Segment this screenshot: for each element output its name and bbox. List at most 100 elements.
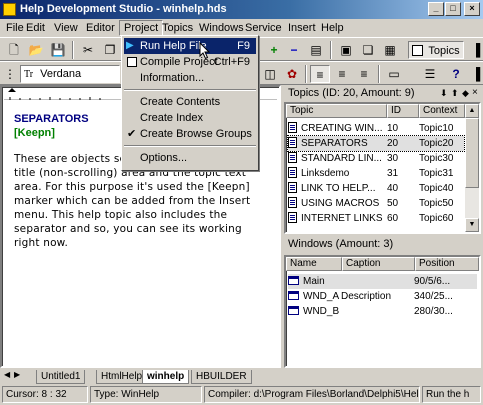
toolbar-overflow-icon[interactable]: ▐ — [466, 65, 483, 83]
toolbar-separator — [330, 41, 332, 59]
tab-hbuilder[interactable]: HBUILDER — [191, 370, 252, 384]
menu-separator — [124, 89, 256, 91]
topic-row[interactable]: CREATING WIN... 10 Topic10 — [288, 121, 464, 136]
macro-icon[interactable]: ✿ — [282, 65, 302, 83]
status-compiler: Compiler: d:\Program Files\Borland\Delph… — [204, 386, 420, 403]
menu-separator — [124, 145, 256, 147]
menu-editor[interactable]: Editor — [82, 20, 119, 36]
menu-service[interactable]: Service — [241, 20, 286, 36]
menu-create-index[interactable]: Create Index — [124, 110, 256, 126]
toolbar-separator — [305, 65, 307, 83]
menu-topics[interactable]: Topics — [158, 20, 197, 36]
scroll-up-icon[interactable]: ▲ — [465, 104, 479, 118]
menu-run-help-file[interactable]: ▶ Run Help File F9 — [124, 38, 256, 54]
window-title: Help Development Studio - winhelp.hds — [20, 3, 227, 15]
menu-options[interactable]: Options... — [124, 150, 256, 166]
add-topic-icon[interactable]: + — [264, 41, 284, 59]
menu-information[interactable]: Information... — [124, 70, 256, 86]
tab-winhelp[interactable]: winhelp — [142, 370, 190, 384]
window-copy-icon[interactable]: ❏ — [358, 41, 378, 59]
truetype-icon: Tr — [24, 69, 34, 80]
topics-list[interactable]: Topic ID Context ▲ ▼ CREATING WIN... 10 To… — [284, 102, 481, 234]
align-right-icon[interactable]: ≡ — [354, 65, 374, 83]
open-folder-icon[interactable]: 📂 — [26, 41, 46, 59]
align-center-icon[interactable]: ≡ — [332, 65, 352, 83]
menu-compile-project[interactable]: Compile Project Ctrl+F9 — [124, 54, 256, 70]
topic-doc-icon — [288, 197, 297, 208]
menu-windows[interactable]: Windows — [195, 20, 248, 36]
topics-toggle-button[interactable]: Topics — [408, 41, 464, 59]
move-up-icon[interactable]: ⬆ — [451, 88, 459, 99]
remove-topic-icon[interactable]: − — [284, 41, 304, 59]
topic-properties-icon[interactable]: ▤ — [306, 41, 326, 59]
vertical-splitter[interactable] — [281, 85, 283, 368]
topics-scrollbar[interactable]: ▲ ▼ — [465, 104, 479, 232]
paragraph-line: separator and so, you can see its workin… — [14, 223, 242, 235]
windows-list[interactable]: Name Caption Position Main 90/5/6... WND_… — [284, 255, 481, 368]
move-down-icon[interactable]: ⬇ — [440, 88, 448, 99]
column-position[interactable]: Position — [415, 257, 479, 271]
tab-scroll-left-icon[interactable]: ◀ — [4, 370, 10, 379]
topic-row[interactable]: USING MACROS 50 Topic50 — [288, 196, 464, 211]
menu-create-contents[interactable]: Create Contents — [124, 94, 256, 110]
window-row[interactable]: WND_B 280/30... — [288, 304, 477, 319]
topic-doc-icon — [288, 167, 297, 178]
save-icon[interactable]: 💾 — [48, 41, 68, 59]
window-new-icon[interactable]: ▣ — [336, 41, 356, 59]
tab-untitled1[interactable]: Untitled1 — [36, 370, 86, 384]
window-row-selected[interactable]: Main 90/5/6... — [288, 274, 477, 289]
topic-doc-icon — [288, 212, 297, 223]
toolbar-separator — [72, 41, 74, 59]
topic-row[interactable]: STANDARD LIN... 30 Topic30 — [288, 151, 464, 166]
panel-close-icon[interactable]: × — [472, 87, 478, 98]
close-button[interactable]: × — [464, 2, 480, 16]
topic-row-selected[interactable]: SEPARATORS 20 Topic20 — [287, 135, 465, 152]
windows-panel: Windows (Amount: 3) Name Caption Positio… — [284, 237, 481, 368]
topic-row[interactable]: LINK TO HELP... 40 Topic40 — [288, 181, 464, 196]
column-topic[interactable]: Topic — [286, 104, 387, 118]
window-row[interactable]: WND_A Description 340/25... — [288, 289, 477, 304]
topics-panel: Topics (ID: 20, Amount: 9) ⬇ ⬆ ◆ × Topic… — [284, 86, 481, 234]
topic-row[interactable]: INTERNET LINKS 60 Topic60 — [288, 211, 464, 226]
justify-icon[interactable]: ▭ — [384, 65, 404, 83]
align-left-icon[interactable]: ≡ — [310, 65, 330, 83]
paragraph-line: area. For this purpose it's used the [Ke… — [14, 181, 250, 193]
image-icon[interactable]: ◫ — [260, 65, 280, 83]
toolbar-separator — [378, 65, 380, 83]
window-properties-icon[interactable]: ▦ — [380, 41, 400, 59]
tab-htmlhelp[interactable]: HtmlHelp — [96, 370, 148, 384]
topic-doc-icon — [288, 182, 297, 193]
menu-create-browse-groups[interactable]: ✔ Create Browse Groups — [124, 126, 256, 142]
minimize-button[interactable]: _ — [428, 2, 444, 16]
topic-doc-icon — [288, 137, 297, 148]
copy-icon[interactable]: ❐ — [100, 41, 120, 59]
title-bar[interactable]: Help Development Studio - winhelp.hds _ … — [0, 0, 483, 19]
topic-row[interactable]: Linksdemo 31 Topic31 — [288, 166, 464, 181]
column-id[interactable]: ID — [387, 104, 419, 118]
maximize-button[interactable]: □ — [445, 2, 461, 16]
sort-icon[interactable]: ◆ — [462, 88, 469, 99]
column-name[interactable]: Name — [286, 257, 342, 271]
list-icon[interactable]: ☰ — [420, 65, 440, 83]
menu-insert[interactable]: Insert — [284, 20, 320, 36]
app-icon[interactable] — [3, 3, 16, 16]
toolbar-overflow-icon[interactable]: ▐ — [466, 41, 483, 59]
menu-edit[interactable]: Edit — [22, 20, 49, 36]
scroll-down-icon[interactable]: ▼ — [465, 218, 479, 232]
tab-scroll-right-icon[interactable]: ▶ — [14, 370, 20, 379]
windows-panel-title: Windows (Amount: 3) — [284, 237, 481, 252]
new-file-icon[interactable]: 🗋 — [4, 41, 24, 59]
column-caption[interactable]: Caption — [342, 257, 415, 271]
status-hint: Run the h — [422, 386, 481, 403]
font-select[interactable]: Tr Verdana — [20, 65, 120, 83]
menu-project[interactable]: Project — [119, 20, 164, 36]
cut-icon[interactable]: ✂ — [78, 41, 98, 59]
menu-view[interactable]: View — [50, 20, 82, 36]
help-icon[interactable]: ? — [446, 65, 466, 83]
mouse-cursor-icon — [199, 42, 211, 60]
column-context[interactable]: Context — [419, 104, 465, 118]
scroll-thumb[interactable] — [465, 118, 479, 188]
menu-help[interactable]: Help — [317, 20, 348, 36]
paragraph-line: marker which can be added from the Inser… — [14, 195, 251, 207]
toolbar-grip[interactable]: ⋮ — [4, 65, 16, 83]
